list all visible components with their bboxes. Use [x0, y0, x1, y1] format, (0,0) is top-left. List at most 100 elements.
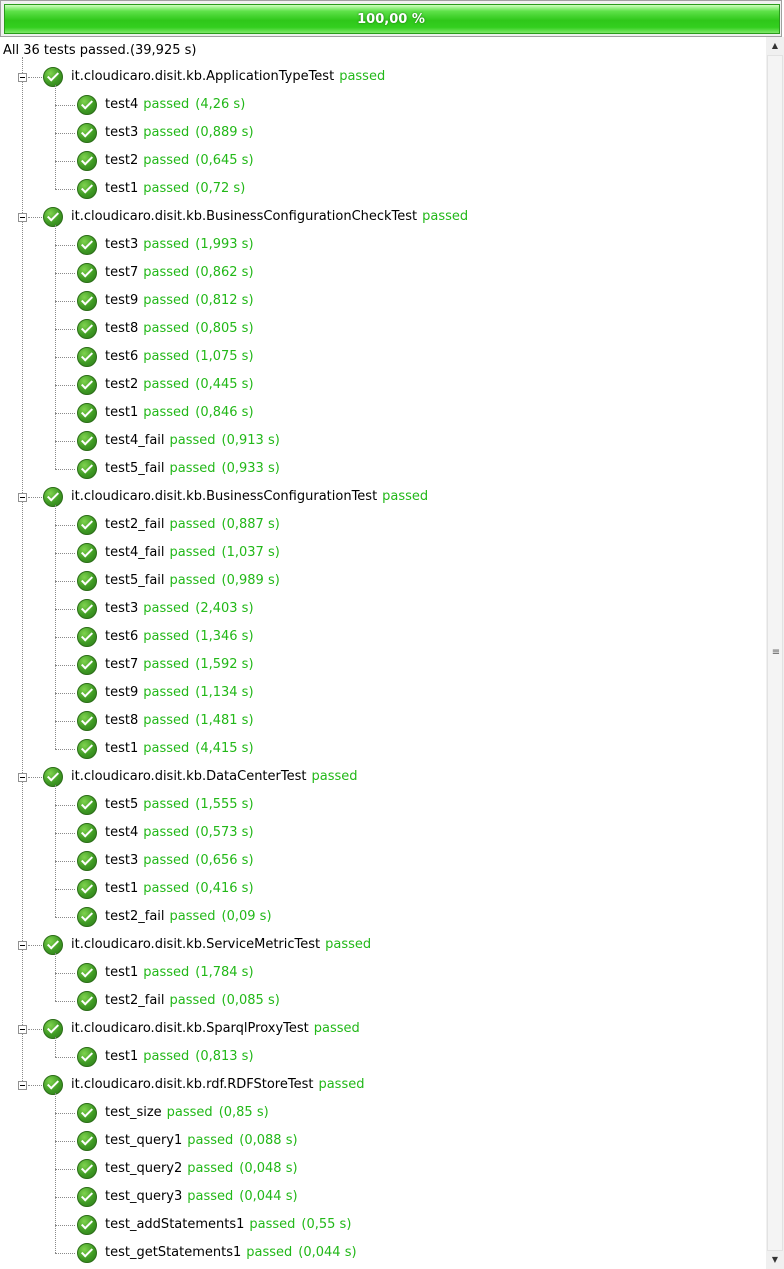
test-row[interactable]: test3 passed (1,993 s) — [77, 231, 254, 259]
check-circle-icon — [77, 683, 97, 703]
check-circle-icon — [77, 1131, 97, 1151]
test-row[interactable]: test2_fail passed (0,09 s) — [77, 903, 272, 931]
test-row[interactable]: test7 passed (1,592 s) — [77, 651, 254, 679]
tree-connector — [28, 77, 42, 78]
test-name: test2_fail — [105, 993, 165, 1008]
test-row[interactable]: test6 passed (1,346 s) — [77, 623, 254, 651]
test-duration: (1,075 s) — [195, 349, 254, 364]
suite-status: passed — [313, 1021, 360, 1036]
tree-connector — [55, 1169, 75, 1170]
test-row[interactable]: test1 passed (4,415 s) — [77, 735, 254, 763]
suite-name: it.cloudicaro.disit.kb.SparqlProxyTest — [71, 1021, 309, 1036]
suite-row[interactable]: it.cloudicaro.disit.kb.BusinessConfigura… — [43, 483, 428, 511]
test-results-tree[interactable]: All 36 tests passed.(39,925 s) it.cloudi… — [0, 37, 767, 1269]
vertical-scrollbar[interactable]: ▲ ≡ ▼ — [766, 37, 784, 1269]
test-duration: (0,088 s) — [239, 1133, 298, 1148]
test-row[interactable]: test4_fail passed (1,037 s) — [77, 539, 280, 567]
test-row[interactable]: test4 passed (0,573 s) — [77, 819, 254, 847]
test-name: test1 — [105, 405, 139, 420]
test-row[interactable]: test2_fail passed (0,085 s) — [77, 987, 280, 1015]
test-status: passed — [143, 405, 190, 420]
tree-connector — [55, 953, 56, 1001]
test-name: test7 — [105, 657, 139, 672]
test-row[interactable]: test1 passed (1,784 s) — [77, 959, 254, 987]
test-row[interactable]: test2 passed (0,445 s) — [77, 371, 254, 399]
suite-status: passed — [339, 69, 386, 84]
test-duration: (0,805 s) — [195, 321, 254, 336]
test-status: passed — [169, 461, 216, 476]
test-row[interactable]: test1 passed (0,846 s) — [77, 399, 254, 427]
test-duration: (0,889 s) — [195, 125, 254, 140]
test-row[interactable]: test_size passed (0,85 s) — [77, 1099, 269, 1127]
test-duration: (0,645 s) — [195, 153, 254, 168]
collapse-minus-icon[interactable] — [18, 493, 27, 502]
test-status: passed — [143, 853, 190, 868]
test-row[interactable]: test_addStatements1 passed (0,55 s) — [77, 1211, 351, 1239]
tree-connector — [55, 85, 56, 189]
check-circle-icon — [43, 207, 63, 227]
test-duration: (0,55 s) — [301, 1217, 352, 1232]
collapse-minus-icon[interactable] — [18, 1081, 27, 1090]
progress-text: 100,00 % — [357, 12, 425, 27]
collapse-minus-icon[interactable] — [18, 73, 27, 82]
test-status: passed — [143, 237, 190, 252]
test-row[interactable]: test3 passed (0,656 s) — [77, 847, 254, 875]
test-row[interactable]: test3 passed (2,403 s) — [77, 595, 254, 623]
test-row[interactable]: test8 passed (1,481 s) — [77, 707, 254, 735]
test-row[interactable]: test5_fail passed (0,989 s) — [77, 567, 280, 595]
test-row[interactable]: test8 passed (0,805 s) — [77, 315, 254, 343]
test-duration: (0,044 s) — [239, 1189, 298, 1204]
check-circle-icon — [77, 739, 97, 759]
test-status: passed — [143, 153, 190, 168]
test-row[interactable]: test6 passed (1,075 s) — [77, 343, 254, 371]
tree-connector — [55, 105, 75, 106]
test-row[interactable]: test4_fail passed (0,913 s) — [77, 427, 280, 455]
test-name: test5 — [105, 797, 139, 812]
test-row[interactable]: test3 passed (0,889 s) — [77, 119, 254, 147]
test-duration: (1,555 s) — [195, 797, 254, 812]
suite-row[interactable]: it.cloudicaro.disit.kb.DataCenterTest pas… — [43, 763, 358, 791]
test-row[interactable]: test9 passed (1,134 s) — [77, 679, 254, 707]
suite-row[interactable]: it.cloudicaro.disit.kb.ServiceMetricTest… — [43, 931, 371, 959]
check-circle-icon — [77, 599, 97, 619]
test-row[interactable]: test_query3 passed (0,044 s) — [77, 1183, 298, 1211]
check-circle-icon — [77, 179, 97, 199]
suite-row[interactable]: it.cloudicaro.disit.kb.BusinessConfigura… — [43, 203, 468, 231]
test-status: passed — [143, 125, 190, 140]
tree-connector — [55, 917, 75, 918]
suite-row[interactable]: it.cloudicaro.disit.kb.SparqlProxyTest pa… — [43, 1015, 360, 1043]
test-row[interactable]: test4 passed (4,26 s) — [77, 91, 245, 119]
collapse-minus-icon[interactable] — [18, 941, 27, 950]
check-circle-icon — [77, 403, 97, 423]
suite-status: passed — [382, 489, 429, 504]
scrollbar-thumb[interactable]: ≡ — [767, 55, 783, 1251]
test-row[interactable]: test5_fail passed (0,933 s) — [77, 455, 280, 483]
collapse-minus-icon[interactable] — [18, 213, 27, 222]
check-circle-icon — [77, 263, 97, 283]
test-duration: (0,656 s) — [195, 853, 254, 868]
suite-row[interactable]: it.cloudicaro.disit.kb.rdf.RDFStoreTest p… — [43, 1071, 364, 1099]
test-row[interactable]: test2 passed (0,645 s) — [77, 147, 254, 175]
collapse-minus-icon[interactable] — [18, 773, 27, 782]
arrow-up-icon[interactable]: ▲ — [766, 37, 784, 55]
test-row[interactable]: test5 passed (1,555 s) — [77, 791, 254, 819]
test-row[interactable]: test9 passed (0,812 s) — [77, 287, 254, 315]
suite-row[interactable]: it.cloudicaro.disit.kb.ApplicationTypeTe… — [43, 63, 385, 91]
test-row[interactable]: test1 passed (0,813 s) — [77, 1043, 254, 1071]
test-row[interactable]: test7 passed (0,862 s) — [77, 259, 254, 287]
test-row[interactable]: test_query2 passed (0,048 s) — [77, 1155, 298, 1183]
test-row[interactable]: test_query1 passed (0,088 s) — [77, 1127, 298, 1155]
test-row[interactable]: test_getStatements1 passed (0,044 s) — [77, 1239, 357, 1267]
collapse-minus-icon[interactable] — [18, 1025, 27, 1034]
test-duration: (0,933 s) — [221, 461, 280, 476]
test-name: test6 — [105, 349, 139, 364]
test-status: passed — [166, 1105, 213, 1120]
test-row[interactable]: test1 passed (0,416 s) — [77, 875, 254, 903]
test-row[interactable]: test2_fail passed (0,887 s) — [77, 511, 280, 539]
test-name: test9 — [105, 685, 139, 700]
test-status: passed — [143, 1049, 190, 1064]
arrow-down-icon[interactable]: ▼ — [766, 1251, 784, 1269]
test-duration: (1,037 s) — [221, 545, 280, 560]
test-duration: (0,989 s) — [221, 573, 280, 588]
test-row[interactable]: test1 passed (0,72 s) — [77, 175, 245, 203]
